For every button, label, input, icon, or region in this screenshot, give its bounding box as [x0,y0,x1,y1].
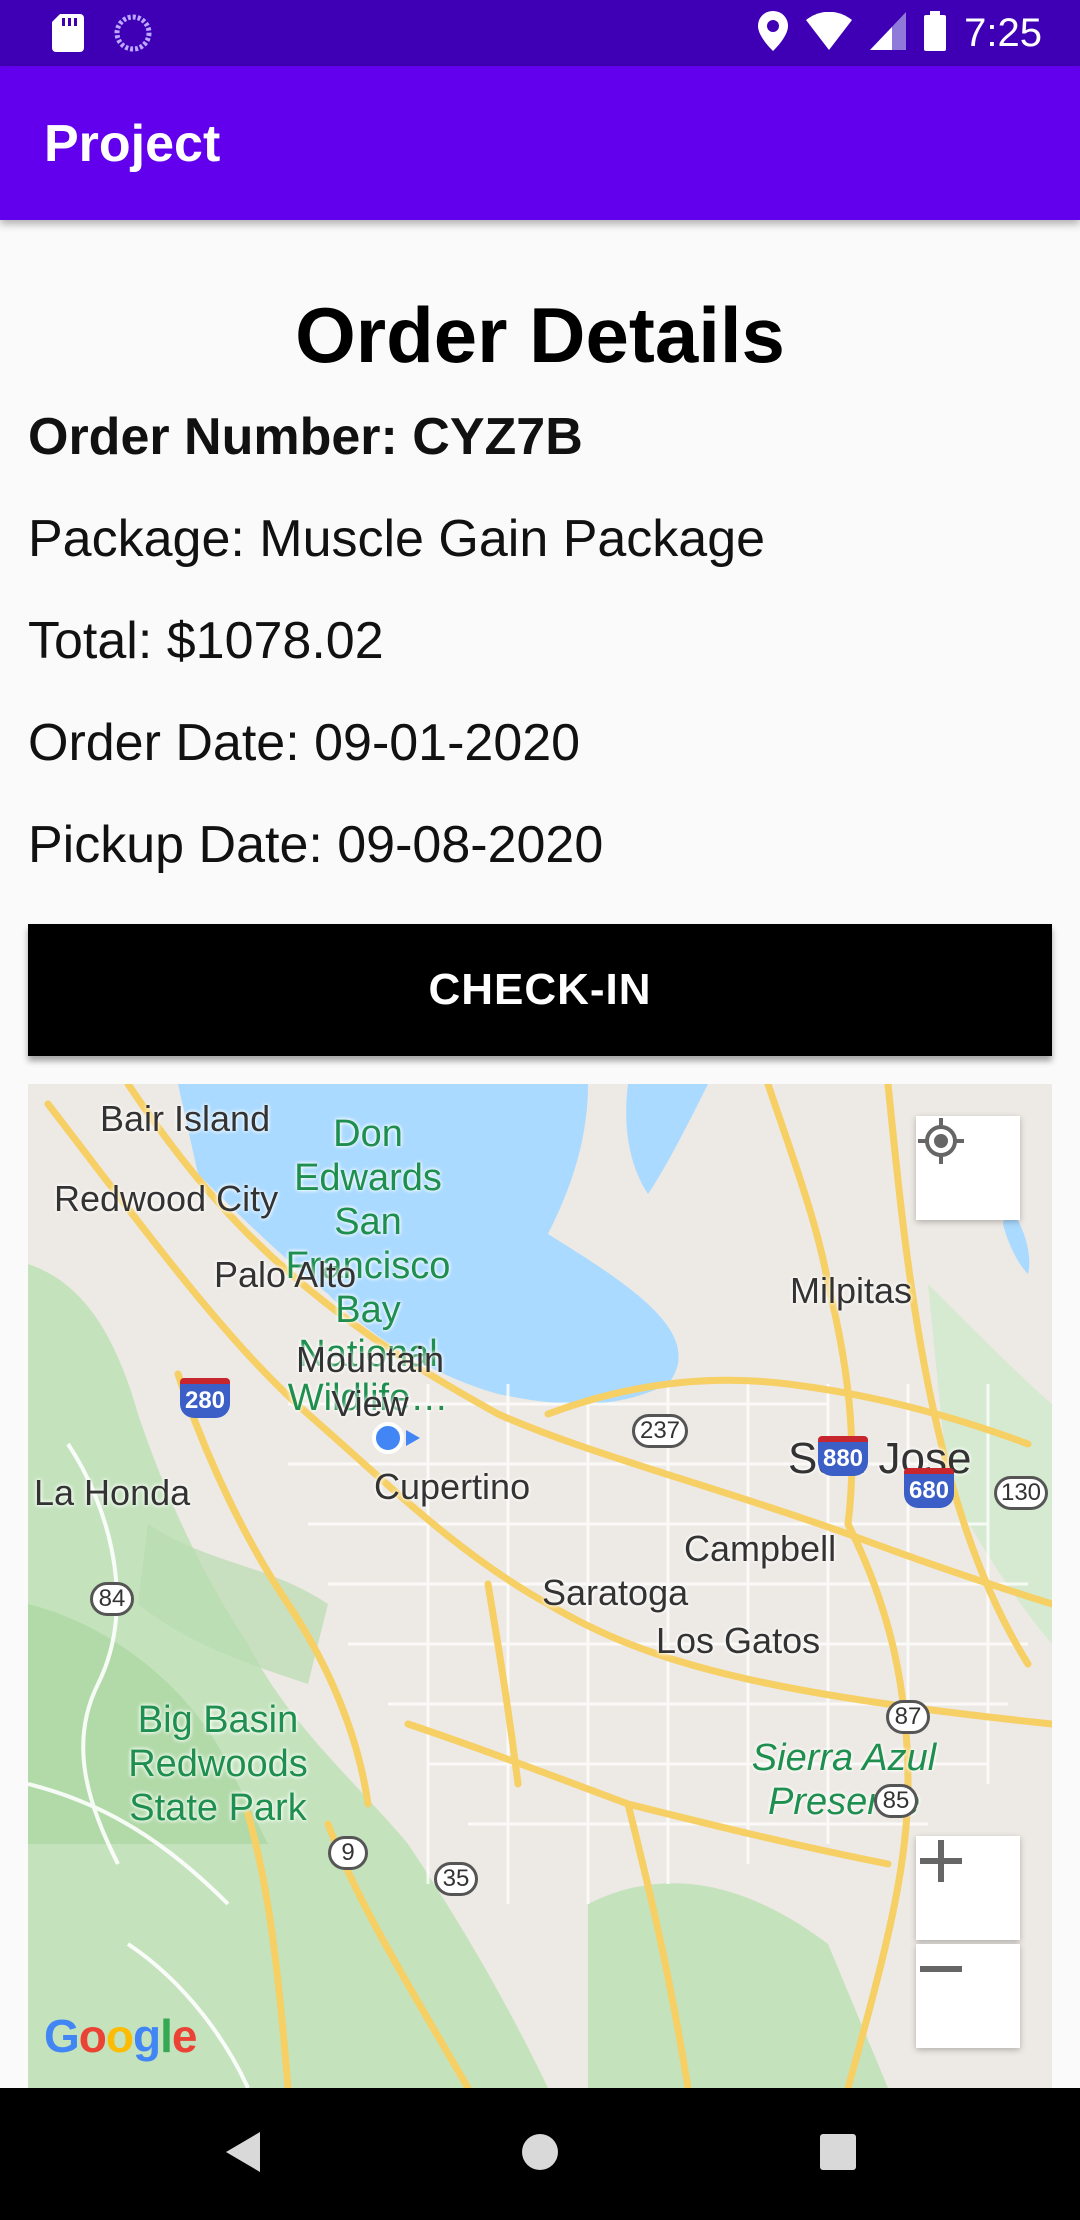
map-label-big-basin: Big Basin Redwoods State Park [128,1699,308,1829]
signal-icon [870,11,907,55]
route-237-shield: 237 [632,1414,688,1448]
map-label-milpitas: Milpitas [790,1270,913,1311]
app-bar: Project [0,66,1080,220]
wifi-icon [806,11,853,55]
status-bar-right-icons: 7:25 [758,8,1042,58]
interstate-880-shield: 880 [818,1436,868,1476]
route-130-shield: 130 [994,1476,1048,1510]
app-title: Project [44,115,221,173]
google-wordmark: Google [44,2010,198,2062]
map-label-la-honda: La Honda [34,1472,191,1513]
map-label-mountain-view: Mountain View [295,1339,445,1424]
navigation-bar [0,2088,1080,2220]
map-label-los-gatos: Los Gatos [656,1620,821,1661]
order-date: Order Date: 09-01-2020 [28,714,581,772]
map-label-palo-alto: Palo Alto [214,1254,357,1295]
location-icon [758,10,789,56]
route-87-shield: 87 [886,1700,930,1734]
map-view[interactable]: Bair Island Don Edwards San Francisco Ba… [28,1084,1052,2088]
home-button[interactable] [510,2124,570,2184]
interstate-280-shield: 280 [180,1378,230,1418]
zoom-out-button[interactable] [916,1944,1020,2048]
route-35-shield: 35 [434,1862,478,1896]
recents-icon [820,2133,856,2175]
order-number: Order Number: CYZ7B [28,408,583,466]
status-bar: 7:25 [0,0,1080,66]
svg-text:Google: Google [44,2010,197,2062]
status-time: 7:25 [964,11,1042,55]
order-details-section: Order Details Order Number: CYZ7B Packag… [28,220,1052,896]
pickup-date: Pickup Date: 09-08-2020 [28,816,604,874]
map-label-saratoga: Saratoga [542,1572,689,1613]
route-84-shield: 84 [90,1582,134,1616]
back-button[interactable] [212,2124,272,2184]
map-label-cupertino: Cupertino [374,1466,531,1507]
home-icon [520,2132,560,2177]
route-85-shield: 85 [874,1784,918,1818]
back-icon [222,2130,262,2179]
sd-card-icon [52,14,84,57]
status-bar-left-icons [52,14,152,57]
interstate-680-shield: 680 [904,1468,954,1508]
battery-icon [924,10,947,56]
map-label-campbell: Campbell [684,1528,837,1569]
map-canvas [28,1084,1052,2088]
route-9-shield: 9 [328,1836,368,1870]
check-in-button[interactable]: CHECK-IN [28,924,1052,1056]
map-label-bair-island: Bair Island [100,1098,271,1139]
recents-button[interactable] [808,2124,868,2184]
sync-icon [114,14,152,57]
zoom-in-button[interactable] [916,1836,1020,1940]
page-title: Order Details [295,291,785,379]
order-total: Total: $1078.02 [28,612,384,670]
order-package: Package: Muscle Gain Package [28,510,766,568]
map-label-redwood-city: Redwood City [54,1178,279,1219]
my-location-button[interactable] [916,1116,1020,1220]
